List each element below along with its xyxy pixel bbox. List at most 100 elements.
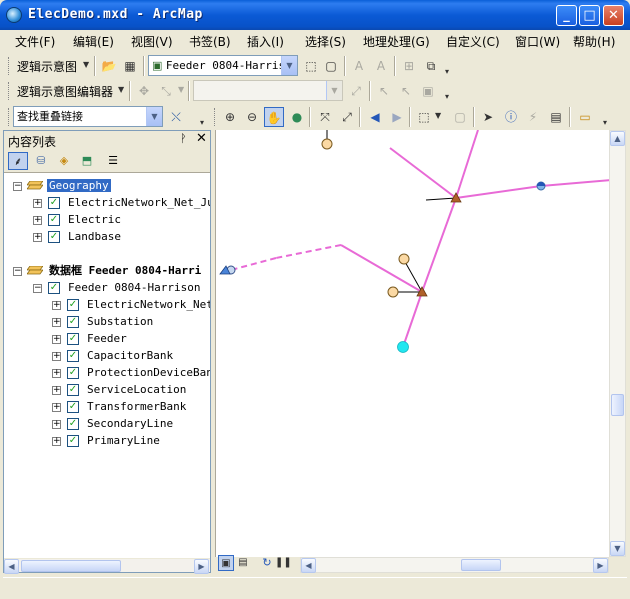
refresh-icon[interactable]: ↻ (259, 555, 275, 571)
chevron-down-icon[interactable]: ▼ (118, 85, 124, 94)
layout-task-dropdown[interactable]: ▼ (193, 80, 343, 101)
toolbar-grip[interactable] (8, 108, 11, 126)
tree-item-sublayer[interactable]: + ✓ ServiceLocation (4, 382, 210, 399)
layer-visibility-checkbox[interactable]: ✓ (67, 401, 79, 413)
menu-insert[interactable]: 插入(I) (247, 33, 284, 50)
scroll-down-icon[interactable]: ▼ (610, 541, 625, 556)
chevron-down-icon[interactable]: ▼ (326, 81, 342, 100)
select-features-icon[interactable]: ⬚ (414, 107, 434, 127)
primary-line[interactable] (340, 244, 423, 293)
minimize-button[interactable]: _ (556, 5, 577, 26)
find-overlap-dropdown[interactable]: 查找重叠链接 ▼ (13, 106, 163, 127)
layer-visibility-checkbox[interactable]: ✓ (67, 367, 79, 379)
menu-geoprocessing[interactable]: 地理处理(G) (363, 33, 430, 50)
list-by-visibility-icon[interactable]: ◈ (54, 152, 74, 170)
measure-icon[interactable]: ▭ (575, 107, 595, 127)
title-bar[interactable]: ElecDemo.mxd - ArcMap _ □ ✕ (0, 0, 630, 30)
open-folder-icon[interactable]: 📂 (99, 56, 119, 76)
collapse-icon[interactable]: − (33, 284, 42, 293)
apply-layout-icon[interactable]: ⤢ (346, 81, 366, 101)
clear-selection-icon[interactable]: ▢ (450, 107, 470, 127)
layer-visibility-checkbox[interactable]: ✓ (48, 282, 60, 294)
map-vertical-scrollbar[interactable]: ▲ ▼ (609, 130, 626, 557)
chevron-down-icon[interactable]: ▼ (435, 111, 441, 120)
tree-item-schematic-frame[interactable]: − 数据框 Feeder 0804-Harri (4, 263, 210, 280)
html-popup-icon[interactable]: ▤ (546, 107, 566, 127)
expand-icon[interactable]: + (52, 437, 61, 446)
menu-view[interactable]: 视图(V) (131, 33, 173, 50)
diagram-dropdown[interactable]: ▣ Feeder 0804-Harris ▼ (148, 55, 298, 76)
expand-icon[interactable]: + (52, 369, 61, 378)
menu-help[interactable]: 帮助(H) (573, 33, 615, 50)
list-by-source-icon[interactable]: ⛁ (31, 152, 51, 170)
zoom-out-icon[interactable]: ⊖ (242, 107, 262, 127)
identify-icon[interactable]: ⓘ (501, 107, 521, 127)
expand-icon[interactable]: + (52, 301, 61, 310)
zoom-in-icon[interactable]: ⊕ (220, 107, 240, 127)
menu-bookmarks[interactable]: 书签(B) (189, 33, 231, 50)
chevron-down-icon[interactable]: ▼ (83, 60, 89, 69)
tree-item-layer[interactable]: + ✓ ElectricNetwork_Net_Jun (4, 195, 210, 212)
expand-icon[interactable]: + (52, 318, 61, 327)
validate-icon[interactable]: ⊞ (399, 56, 419, 76)
toolbar-grip[interactable] (214, 108, 217, 126)
expand-icon[interactable]: + (52, 386, 61, 395)
map-horizontal-scrollbar[interactable]: ◀ ▶ (300, 557, 609, 573)
generate-diagram-icon[interactable]: ▦ (120, 56, 140, 76)
toolbar-options-icon[interactable]: ▾ (200, 118, 204, 127)
tree-item-sublayer[interactable]: + ✓ CapacitorBank (4, 348, 210, 365)
layer-visibility-checkbox[interactable]: ✓ (48, 214, 60, 226)
chevron-down-icon[interactable]: ▼ (281, 56, 297, 75)
secondary-line[interactable] (425, 197, 457, 201)
data-view-icon[interactable]: ▣ (218, 555, 234, 571)
scroll-up-icon[interactable]: ▲ (610, 131, 625, 146)
move-nodes-icon[interactable]: ✥ (134, 81, 154, 101)
tree-item-sublayer[interactable]: + ✓ Substation (4, 314, 210, 331)
tree-item-layer[interactable]: + ✓ Electric (4, 212, 210, 229)
expand-icon[interactable]: + (33, 216, 42, 225)
feeder-source-marker[interactable] (397, 341, 409, 353)
properties-icon[interactable]: ▢ (321, 56, 341, 76)
update-icon[interactable]: ⧉ (421, 56, 441, 76)
tree-item-geography[interactable]: − Geography (4, 178, 210, 195)
layer-visibility-checkbox[interactable]: ✓ (67, 435, 79, 447)
select-link-icon[interactable]: ↖ (396, 81, 416, 101)
collapse-icon[interactable]: − (13, 267, 22, 276)
primary-line[interactable] (540, 179, 610, 187)
reshape-icon[interactable]: ⤡ (156, 81, 176, 101)
expand-icon[interactable]: + (33, 233, 42, 242)
font-increase-icon[interactable]: A (371, 56, 391, 76)
zoom-diagram-icon[interactable]: ⬚ (301, 56, 321, 76)
scroll-right-icon[interactable]: ▶ (194, 559, 209, 574)
primary-line[interactable] (455, 185, 542, 199)
primary-line[interactable] (402, 291, 423, 348)
scroll-left-icon[interactable]: ◀ (4, 559, 19, 574)
toc-close-button[interactable]: ✕ (196, 131, 207, 146)
map-display[interactable] (215, 130, 610, 557)
font-decrease-icon[interactable]: A (349, 56, 369, 76)
primary-line[interactable] (389, 147, 457, 199)
scroll-thumb[interactable] (461, 559, 501, 571)
toolbar-options-icon[interactable]: ▾ (603, 118, 607, 127)
toolbar-options-icon[interactable]: ▾ (445, 92, 449, 101)
fixed-zoom-out-icon[interactable]: ⤢ (337, 107, 357, 127)
tree-item-layer[interactable]: + ✓ Landbase (4, 229, 210, 246)
scroll-thumb[interactable] (21, 560, 121, 572)
primary-line[interactable] (421, 197, 457, 293)
expand-icon[interactable]: + (52, 403, 61, 412)
menu-customize[interactable]: 自定义(C) (446, 33, 500, 50)
tree-item-sublayer[interactable]: + ✓ PrimaryLine (4, 433, 210, 450)
chevron-down-icon[interactable]: ▼ (146, 107, 162, 126)
propagate-icon[interactable]: ▣ (418, 81, 438, 101)
expand-icon[interactable]: + (52, 352, 61, 361)
tree-item-sublayer[interactable]: + ✓ Feeder (4, 331, 210, 348)
back-extent-icon[interactable]: ◀ (365, 107, 385, 127)
menu-edit[interactable]: 编辑(E) (73, 33, 114, 50)
menu-windows[interactable]: 窗口(W) (515, 33, 560, 50)
layer-visibility-checkbox[interactable]: ✓ (67, 333, 79, 345)
select-node-icon[interactable]: ↖ (374, 81, 394, 101)
scroll-right-icon[interactable]: ▶ (593, 558, 608, 573)
layer-visibility-checkbox[interactable]: ✓ (48, 197, 60, 209)
layer-visibility-checkbox[interactable]: ✓ (67, 350, 79, 362)
toolbar-grip[interactable] (8, 57, 11, 75)
